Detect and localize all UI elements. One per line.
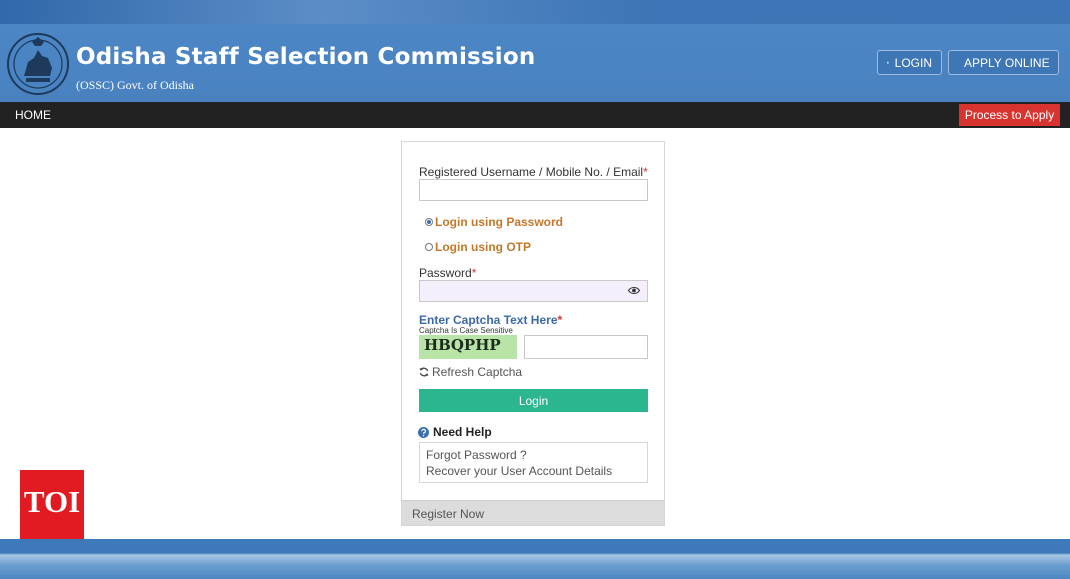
toi-logo: TOI: [20, 470, 84, 539]
lock-icon: [887, 61, 889, 64]
register-now-link[interactable]: Register Now: [402, 500, 664, 525]
login-submit-button[interactable]: Login: [419, 389, 648, 412]
radio-unselected-icon[interactable]: [425, 243, 433, 251]
password-label-text: Password: [419, 266, 472, 280]
process-to-apply-button[interactable]: Process to Apply: [959, 104, 1060, 126]
username-label: Registered Username / Mobile No. / Email…: [419, 165, 648, 179]
main-navbar: HOME: [0, 102, 1070, 128]
register-now-label: Register Now: [412, 507, 485, 521]
forgot-password-link[interactable]: Forgot Password ?: [426, 448, 527, 462]
header-login-label: LOGIN: [894, 55, 932, 70]
toi-logo-text: TOI: [23, 484, 81, 519]
question-circle-icon: [418, 426, 429, 438]
password-field[interactable]: [419, 280, 648, 302]
login-option-password[interactable]: Login using Password: [425, 215, 563, 229]
login-option-password-label: Login using Password: [435, 215, 564, 229]
header-top-strip: [0, 0, 1070, 24]
nav-home-link[interactable]: HOME: [15, 108, 51, 122]
required-mark: *: [557, 313, 563, 327]
captcha-title: Enter Captcha Text Here*: [419, 313, 562, 327]
refresh-captcha-label: Refresh Captcha: [432, 365, 523, 379]
refresh-captcha-link[interactable]: Refresh Captcha: [419, 365, 522, 379]
required-mark: *: [643, 165, 648, 179]
captcha-text: HBQPHP: [424, 336, 501, 354]
required-mark: *: [471, 266, 477, 280]
username-label-text: Registered Username / Mobile No. / Email: [419, 165, 644, 179]
login-panel: Registered Username / Mobile No. / Email…: [401, 141, 665, 526]
captcha-title-text: Enter Captcha Text Here: [419, 313, 558, 327]
need-help-heading: Need Help: [418, 425, 492, 439]
login-option-otp[interactable]: Login using OTP: [425, 240, 531, 254]
captcha-image: HBQPHP: [419, 335, 517, 359]
site-footer: [0, 539, 1070, 579]
site-title: Odisha Staff Selection Commission: [76, 44, 536, 70]
header-login-button[interactable]: LOGIN: [877, 50, 942, 75]
odisha-emblem-icon: [7, 33, 69, 95]
show-password-eye-icon[interactable]: [628, 286, 640, 295]
need-help-label: Need Help: [433, 425, 492, 439]
refresh-icon: [419, 367, 429, 377]
help-links-box: Forgot Password ? Recover your User Acco…: [419, 442, 648, 483]
username-input[interactable]: [419, 179, 648, 201]
header-apply-online-button[interactable]: APPLY ONLINE: [948, 50, 1059, 75]
radio-selected-icon[interactable]: [425, 218, 433, 226]
header-apply-label: APPLY ONLINE: [964, 55, 1050, 70]
site-header: Odisha Staff Selection Commission (OSSC)…: [0, 0, 1070, 102]
site-subtitle: (OSSC) Govt. of Odisha: [76, 78, 195, 92]
captcha-hint: Captcha Is Case Sensitive: [419, 326, 513, 335]
recover-account-link[interactable]: Recover your User Account Details: [426, 464, 612, 478]
password-label: Password*: [419, 266, 476, 280]
captcha-input[interactable]: [524, 335, 648, 359]
login-option-otp-label: Login using OTP: [435, 240, 531, 254]
